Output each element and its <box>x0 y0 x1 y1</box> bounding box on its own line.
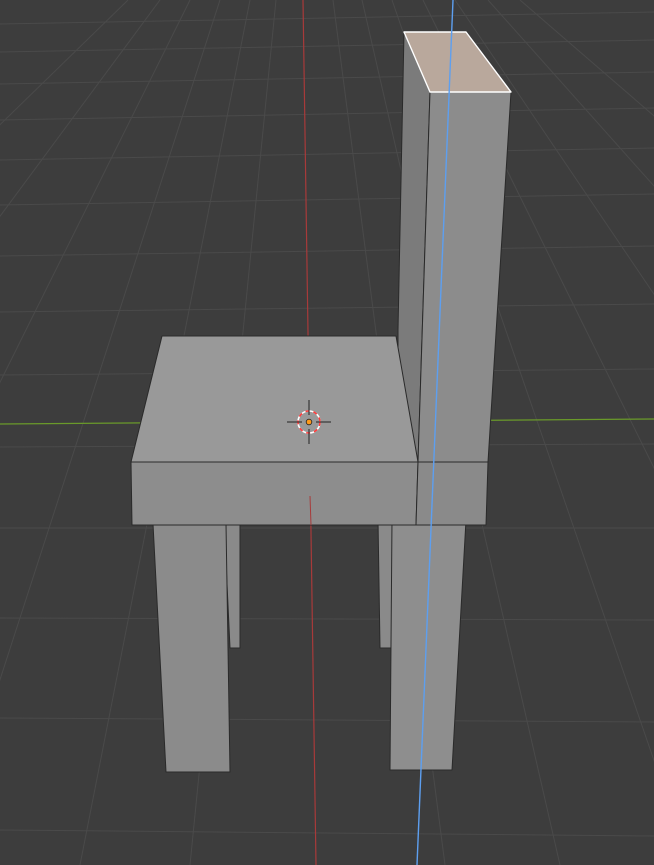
viewport-canvas[interactable] <box>0 0 654 865</box>
backrest-front-face[interactable] <box>417 91 512 463</box>
seat-top-face[interactable] <box>130 335 419 463</box>
front-left-leg[interactable] <box>152 523 231 773</box>
object-origin-dot <box>305 418 313 426</box>
seat-side-face[interactable] <box>415 461 489 526</box>
3d-viewport[interactable] <box>0 0 654 865</box>
seat-front-face[interactable] <box>130 461 419 526</box>
chair-object[interactable] <box>130 31 512 773</box>
front-right-leg[interactable] <box>389 519 467 771</box>
